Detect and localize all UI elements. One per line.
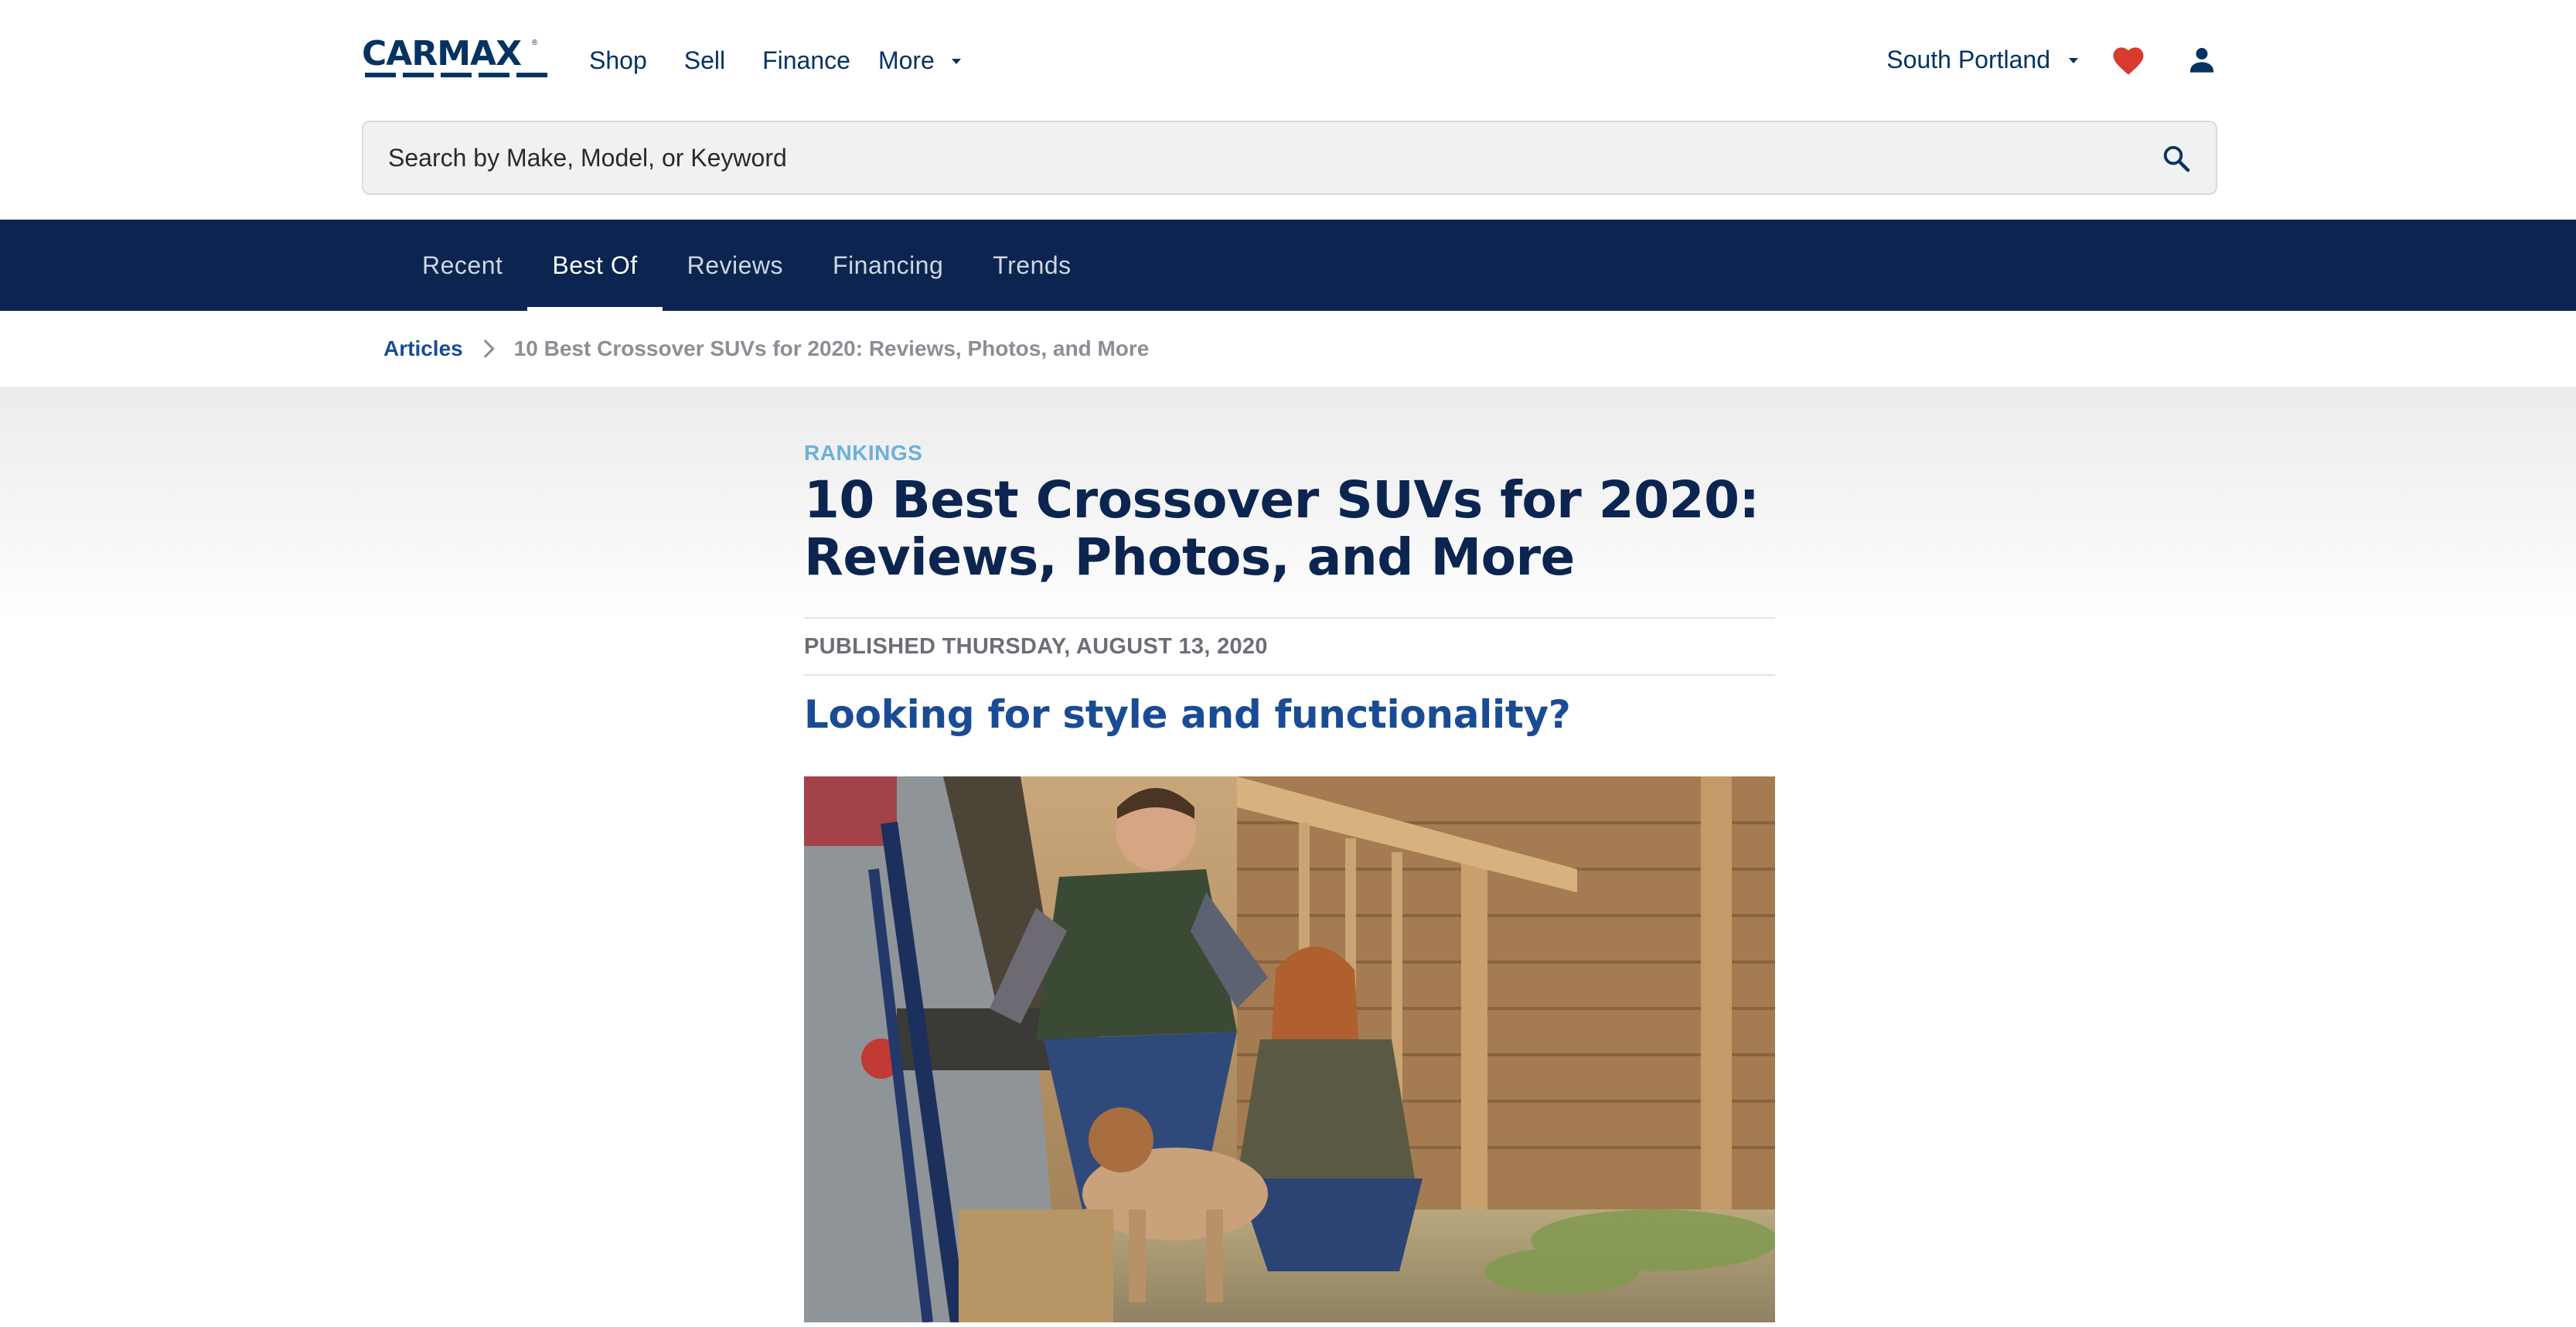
caret-down-icon [2069, 57, 2078, 63]
article-subtitle: Looking for style and functionality? [804, 692, 1571, 737]
breadcrumb-current: 10 Best Crossover SUVs for 2020: Reviews… [513, 336, 1150, 360]
breadcrumb: Articles 10 Best Crossover SUVs for 2020… [383, 311, 1149, 387]
tab-reviews[interactable]: Reviews [663, 220, 808, 311]
tab-financing[interactable]: Financing [808, 220, 968, 311]
article-title-line-2: Reviews, Photos, and More [804, 527, 1575, 587]
logo-registered-mark: ® [532, 39, 538, 47]
main-nav: Shop Sell Finance More [589, 43, 961, 77]
article-title-line-1: 10 Best Crossover SUVs for 2020: [804, 470, 1760, 530]
hero-image [804, 776, 1775, 1322]
search-icon[interactable] [2162, 144, 2191, 173]
nav-shop[interactable]: Shop [589, 43, 647, 77]
hero-photo-illustration [804, 776, 1775, 1322]
chevron-right-icon [483, 339, 494, 358]
tab-recent[interactable]: Recent [397, 220, 527, 311]
caret-down-icon [951, 58, 961, 64]
header-utilities: South Portland [1886, 39, 2217, 80]
store-location-label: South Portland [1886, 45, 2050, 73]
divider [804, 674, 1775, 676]
user-icon[interactable] [2186, 44, 2217, 75]
heart-icon[interactable] [2111, 43, 2146, 76]
article-title: 10 Best Crossover SUVs for 2020: Reviews… [804, 472, 1775, 586]
article-category[interactable]: RANKINGS [804, 441, 1775, 466]
site-header: CARMAX ® Shop Sell Finance More South Po… [0, 0, 2576, 220]
articles-subnav: Recent Best Of Reviews Financing Trends [0, 220, 2576, 311]
breadcrumb-articles-link[interactable]: Articles [383, 336, 463, 361]
store-location-dropdown[interactable]: South Portland [1886, 46, 2078, 74]
carmax-logo[interactable]: CARMAX ® [362, 36, 554, 77]
tab-best-of[interactable]: Best Of [527, 220, 663, 311]
nav-finance[interactable]: Finance [762, 43, 850, 77]
search-bar [362, 121, 2217, 195]
search-input[interactable] [363, 123, 2126, 193]
subnav-tabs: Recent Best Of Reviews Financing Trends [397, 220, 1096, 311]
nav-sell[interactable]: Sell [684, 43, 725, 77]
published-date: PUBLISHED THURSDAY, AUGUST 13, 2020 [804, 634, 1268, 659]
nav-more-label: More [877, 46, 935, 74]
logo-dashes [365, 73, 547, 77]
article-header: RANKINGS 10 Best Crossover SUVs for 2020… [804, 387, 1775, 739]
nav-more-dropdown[interactable]: More [878, 46, 961, 75]
logo-wordmark: CARMAX [362, 34, 522, 73]
tab-trends[interactable]: Trends [968, 220, 1095, 311]
